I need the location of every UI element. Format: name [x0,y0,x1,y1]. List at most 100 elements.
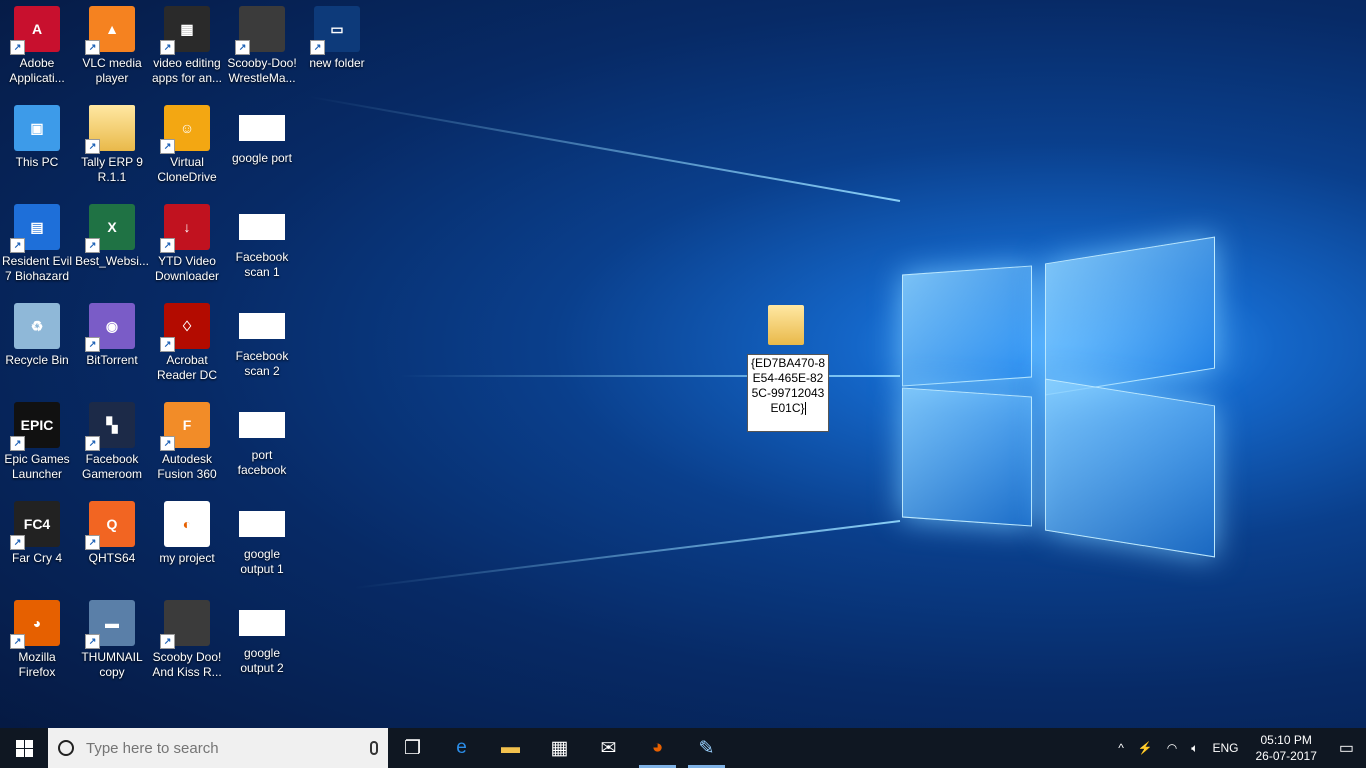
desktop-icon[interactable]: ↗ Scooby-Doo! WrestleMa... [225,2,299,94]
desktop-icon-label: Scooby-Doo! WrestleMa... [227,56,297,85]
desktop-icon[interactable]: ♢ ↗ Acrobat Reader DC [150,299,224,391]
shortcut-arrow-icon: ↗ [10,436,25,451]
desktop-icon[interactable]: ♻ Recycle Bin [0,299,74,391]
taskbar-app-button[interactable]: ▦ [535,728,584,768]
desktop-icon[interactable]: ▦ ↗ video editing apps for an... [150,2,224,94]
desktop-icon[interactable]: EPIC ↗ Epic Games Launcher [0,398,74,490]
taskbar-app-button[interactable]: ❐ [388,728,437,768]
taskbar-pinned-apps: ❐ e ▬ ▦ ✉ ◕ ✎ [388,728,731,768]
shortcut-arrow-icon: ↗ [310,40,325,55]
start-button[interactable] [0,728,48,768]
desktop-icon[interactable]: google output 1 [225,497,299,589]
desktop-icon-label: google output 2 [240,646,284,675]
file-explorer-icon: ▬ [501,737,520,758]
desktop-icon[interactable]: google port [225,101,299,193]
desktop-icon[interactable]: ▚ ↗ Facebook Gameroom [75,398,149,490]
shortcut-arrow-icon: ↗ [160,238,175,253]
desktop-icon[interactable]: ▲ ↗ VLC media player [75,2,149,94]
desktop-icon-label: new folder [309,56,365,70]
app-icon [239,511,285,537]
microphone-icon[interactable] [370,741,378,755]
taskbar: ❐ e ▬ ▦ ✉ ◕ ✎ ^ ⚡ ◠ 🔈︎ ENG 05:10 PM 26-07-2017… [0,728,1366,768]
light-beam [353,520,901,590]
desktop-icon-label: video editing apps for an... [151,56,223,85]
desktop-icon-label: Autodesk Fusion 360 [157,452,217,481]
renaming-folder-icon[interactable] [768,305,804,345]
shortcut-arrow-icon: ↗ [10,634,25,649]
clock[interactable]: 05:10 PM 26-07-2017 [1245,732,1326,764]
shortcut-arrow-icon: ↗ [235,40,250,55]
app-icon: F ↗ [160,402,210,451]
desktop-icon[interactable]: ↓ ↗ YTD Video Downloader [150,200,224,292]
text-caret [804,402,806,416]
app-icon: ◕ ↗ [10,600,60,649]
desktop-icon-label: Facebook scan 1 [235,250,289,279]
taskbar-app-button[interactable]: e [437,728,486,768]
taskbar-app-button[interactable]: ✎ [682,728,731,768]
desktop-icon-label: Mozilla Firefox [18,650,56,679]
desktop-icon[interactable]: Q ↗ QHTS64 [75,497,149,589]
app-icon [239,115,285,141]
action-center-icon[interactable]: ▭ [1327,738,1366,758]
shortcut-arrow-icon: ↗ [160,40,175,55]
desktop-icon[interactable]: ↗ Scooby Doo! And Kiss R... [150,596,224,688]
store-icon: ▦ [550,737,569,759]
desktop-icon[interactable]: port facebook [225,398,299,490]
desktop-icon[interactable]: ▣ This PC [0,101,74,193]
app-icon: X ↗ [85,204,135,253]
taskbar-app-button[interactable]: ✉ [584,728,633,768]
app-icon: Q ↗ [85,501,135,550]
desktop-icon[interactable]: Facebook scan 2 [225,299,299,391]
desktop-icon-label: Tally ERP 9 R.1.1 [81,155,143,184]
desktop-icon[interactable]: F ↗ Autodesk Fusion 360 [150,398,224,490]
desktop-icon-label: port facebook [237,448,287,477]
taskbar-app-button[interactable]: ▬ [486,728,535,768]
desktop-icon[interactable]: A ↗ Adobe Applicati... [0,2,74,94]
language-indicator[interactable]: ENG [1205,741,1245,755]
desktop-icon[interactable]: Facebook scan 1 [225,200,299,292]
app-icon: ☺ ↗ [160,105,210,154]
desktop-icon-label: Adobe Applicati... [9,56,65,85]
show-hidden-icons-chevron-icon[interactable]: ^ [1111,741,1131,755]
app-icon: ↗ [85,105,135,154]
desktop-icon-label: Scooby Doo! And Kiss R... [152,650,222,679]
power-icon[interactable]: ⚡ [1131,741,1160,755]
desktop-icon[interactable]: ▤ ↗ Resident Evil 7 Biohazard [0,200,74,292]
shortcut-arrow-icon: ↗ [160,436,175,451]
app-icon: ▤ ↗ [10,204,60,253]
desktop-icon[interactable]: ◕ ↗ Mozilla Firefox [0,596,74,688]
app-icon: ↓ ↗ [160,204,210,253]
desktop-icon[interactable]: ☺ ↗ Virtual CloneDrive [150,101,224,193]
desktop-icon[interactable]: ◐ my project [150,497,224,589]
desktop-icon[interactable]: ◉ ↗ BitTorrent [75,299,149,391]
desktop-icon[interactable]: ▬ ↗ THUMNAIL copy [75,596,149,688]
shortcut-arrow-icon: ↗ [85,238,100,253]
desktop-icon-label: YTD Video Downloader [154,254,220,283]
paint-icon: ✎ [698,737,715,759]
app-icon: A ↗ [10,6,60,55]
search-input[interactable] [84,738,370,758]
rename-textbox[interactable]: {ED7BA470-8E54-465E-825C-99712043E01C} [747,354,829,432]
app-icon [239,610,285,636]
network-icon[interactable]: ◠ [1160,741,1184,755]
volume-icon[interactable]: 🔈︎ [1184,741,1205,756]
desktop-icon[interactable]: X ↗ Best_Websi... [75,200,149,292]
desktop-icon-label: google port [231,151,293,165]
desktop-icon-label: BitTorrent [86,353,138,367]
shortcut-arrow-icon: ↗ [85,634,100,649]
shortcut-arrow-icon: ↗ [160,139,175,154]
desktop-icon[interactable]: FC4 ↗ Far Cry 4 [0,497,74,589]
desktop-icon[interactable]: ↗ Tally ERP 9 R.1.1 [75,101,149,193]
desktop-icon[interactable]: ▭ ↗ new folder [300,2,374,94]
app-icon: ♢ ↗ [160,303,210,352]
taskbar-app-button[interactable]: ◕ [633,728,682,768]
shortcut-arrow-icon: ↗ [85,337,100,352]
app-icon: ▚ ↗ [85,402,135,451]
desktop-icon-label: my project [159,551,215,565]
desktop-icon[interactable]: google output 2 [225,596,299,688]
shortcut-arrow-icon: ↗ [10,40,25,55]
shortcut-arrow-icon: ↗ [85,139,100,154]
desktop-icon-label: Epic Games Launcher [4,452,70,481]
desktop-icon-label: Facebook Gameroom [81,452,143,481]
taskbar-search-box[interactable] [48,728,388,768]
